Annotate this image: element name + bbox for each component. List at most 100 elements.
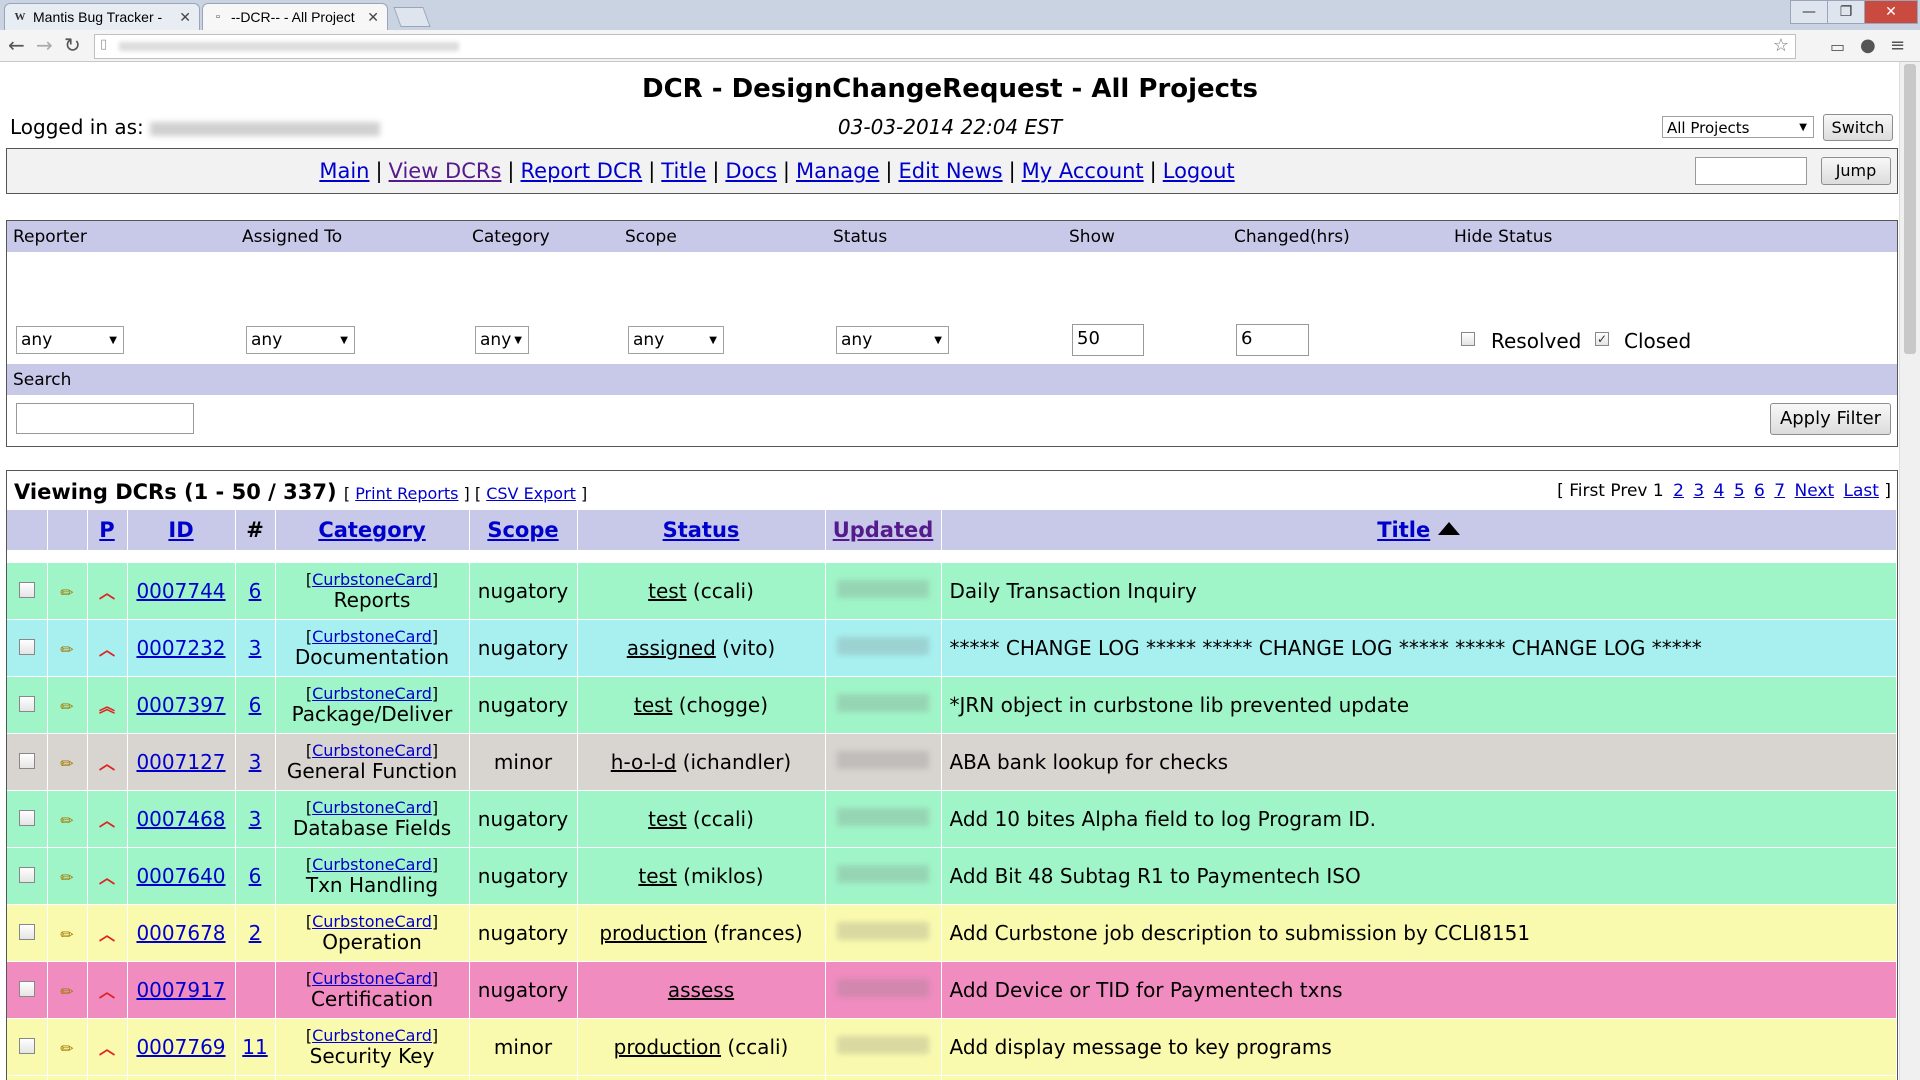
menu-my-account[interactable]: My Account [1022, 159, 1144, 183]
pager-next[interactable]: Next [1795, 481, 1835, 501]
notes-count-link[interactable]: 6 [249, 693, 262, 717]
dcr-id-link[interactable]: 0007127 [136, 750, 225, 774]
new-tab-button[interactable] [393, 7, 431, 27]
row-checkbox[interactable] [18, 1037, 35, 1054]
pager-page-5[interactable]: 5 [1734, 481, 1745, 501]
row-checkbox[interactable] [18, 923, 35, 940]
dcr-id-link[interactable]: 0007678 [136, 921, 225, 945]
notes-count-link[interactable]: 11 [242, 1035, 267, 1059]
menu-main[interactable]: Main [319, 159, 369, 183]
back-arrow-icon[interactable]: ← [8, 33, 25, 57]
status-sort-link[interactable]: Status [663, 518, 740, 542]
row-checkbox[interactable] [18, 809, 35, 826]
hide-resolved-checkbox[interactable] [1461, 332, 1475, 346]
pencil-edit-icon[interactable]: ✏ [60, 697, 73, 716]
switch-button[interactable]: Switch [1823, 114, 1893, 141]
minimize-icon[interactable]: — [1790, 0, 1828, 24]
hide-closed-checkbox[interactable]: ✓ [1595, 332, 1609, 346]
row-checkbox[interactable] [18, 752, 35, 769]
apply-filter-button[interactable]: Apply Filter [1770, 403, 1891, 435]
pager-page-6[interactable]: 6 [1754, 481, 1765, 501]
close-tab-icon[interactable]: ✕ [179, 4, 191, 30]
notes-count-link[interactable]: 6 [249, 864, 262, 888]
notes-count-link[interactable]: 3 [249, 807, 262, 831]
category-select[interactable]: any ▼ [475, 326, 529, 354]
project-link[interactable]: CurbstoneCard [312, 627, 432, 646]
pencil-edit-icon[interactable]: ✏ [60, 754, 73, 773]
close-tab-icon[interactable]: ✕ [367, 4, 379, 30]
pencil-edit-icon[interactable]: ✏ [60, 640, 73, 659]
csv-export-link[interactable]: CSV Export [486, 484, 576, 503]
browser-tab-mantis[interactable]: W Mantis Bug Tracker - ✕ [4, 3, 200, 30]
assigned-to-select[interactable]: any ▼ [246, 326, 355, 354]
menu-edit-news[interactable]: Edit News [898, 159, 1002, 183]
pencil-edit-icon[interactable]: ✏ [60, 925, 73, 944]
reporter-select[interactable]: any ▼ [16, 326, 124, 354]
changed-hours-input[interactable]: 6 [1236, 324, 1309, 356]
updated-column-header[interactable]: Updated [825, 510, 942, 550]
dcr-id-link[interactable]: 0007640 [136, 864, 225, 888]
menu-logout[interactable]: Logout [1163, 159, 1235, 183]
show-count-input[interactable]: 50 [1072, 324, 1144, 356]
project-select[interactable]: All Projects ▼ [1662, 116, 1814, 138]
browser-tab-dcr[interactable]: ▫ --DCR-- - All Project ✕ [202, 3, 388, 30]
notes-count-link[interactable]: 3 [249, 750, 262, 774]
print-reports-link[interactable]: Print Reports [355, 484, 458, 503]
row-checkbox[interactable] [18, 980, 35, 997]
close-window-icon[interactable]: ✕ [1864, 0, 1918, 24]
bookmark-star-icon[interactable]: ☆ [1773, 35, 1789, 56]
status-link[interactable]: test [648, 579, 686, 603]
maximize-icon[interactable]: ❐ [1827, 0, 1865, 24]
dcr-id-link[interactable]: 0007468 [136, 807, 225, 831]
project-link[interactable]: CurbstoneCard [312, 969, 432, 988]
status-link[interactable]: h-o-l-d [611, 750, 677, 774]
scope-select[interactable]: any ▼ [628, 326, 724, 354]
category-sort-link[interactable]: Category [318, 518, 425, 542]
dcr-id-link[interactable]: 0007744 [136, 579, 225, 603]
menu-icon[interactable]: ≡ [1890, 34, 1905, 58]
pencil-edit-icon[interactable]: ✏ [60, 811, 73, 830]
status-link[interactable]: assigned [627, 636, 716, 660]
forward-arrow-icon[interactable]: → [36, 33, 53, 57]
menu-title[interactable]: Title [661, 159, 706, 183]
search-input[interactable] [16, 403, 194, 434]
scope-column-header[interactable]: Scope [469, 510, 578, 550]
project-link[interactable]: CurbstoneCard [312, 570, 432, 589]
pencil-edit-icon[interactable]: ✏ [60, 868, 73, 887]
project-link[interactable]: CurbstoneCard [312, 798, 432, 817]
scope-sort-link[interactable]: Scope [487, 518, 558, 542]
dcr-id-link[interactable]: 0007769 [136, 1035, 225, 1059]
pencil-edit-icon[interactable]: ✏ [60, 982, 73, 1001]
pager-page-3[interactable]: 3 [1693, 481, 1704, 501]
status-link[interactable]: assess [668, 978, 734, 1002]
project-link[interactable]: CurbstoneCard [312, 1026, 432, 1045]
menu-manage[interactable]: Manage [796, 159, 879, 183]
scrollbar-thumb[interactable] [1904, 64, 1916, 354]
project-link[interactable]: CurbstoneCard [312, 684, 432, 703]
row-checkbox[interactable] [18, 695, 35, 712]
jump-input[interactable] [1695, 157, 1807, 185]
dcr-id-link[interactable]: 0007232 [136, 636, 225, 660]
pager-page-2[interactable]: 2 [1673, 481, 1684, 501]
id-sort-link[interactable]: ID [168, 518, 193, 542]
updated-sort-link[interactable]: Updated [833, 518, 934, 542]
status-column-header[interactable]: Status [577, 510, 826, 550]
cast-icon[interactable]: ▭ [1830, 35, 1845, 59]
status-select[interactable]: any ▼ [836, 326, 949, 354]
category-column-header[interactable]: Category [275, 510, 470, 550]
notes-count-link[interactable]: 3 [249, 636, 262, 660]
row-checkbox[interactable] [18, 581, 35, 598]
pencil-edit-icon[interactable]: ✏ [60, 1039, 73, 1058]
pencil-edit-icon[interactable]: ✏ [60, 583, 73, 602]
status-link[interactable]: production [614, 1035, 721, 1059]
menu-report-dcr[interactable]: Report DCR [521, 159, 643, 183]
project-link[interactable]: CurbstoneCard [312, 741, 432, 760]
reload-icon[interactable]: ↻ [64, 33, 81, 57]
project-link[interactable]: CurbstoneCard [312, 855, 432, 874]
extension-icon[interactable]: ● [1860, 34, 1876, 58]
status-link[interactable]: test [638, 864, 676, 888]
pager-page-4[interactable]: 4 [1714, 481, 1725, 501]
address-bar[interactable]: ▯ ☆ [94, 34, 1796, 59]
page-scrollbar[interactable] [1899, 62, 1920, 1080]
notes-count-link[interactable]: 6 [249, 579, 262, 603]
